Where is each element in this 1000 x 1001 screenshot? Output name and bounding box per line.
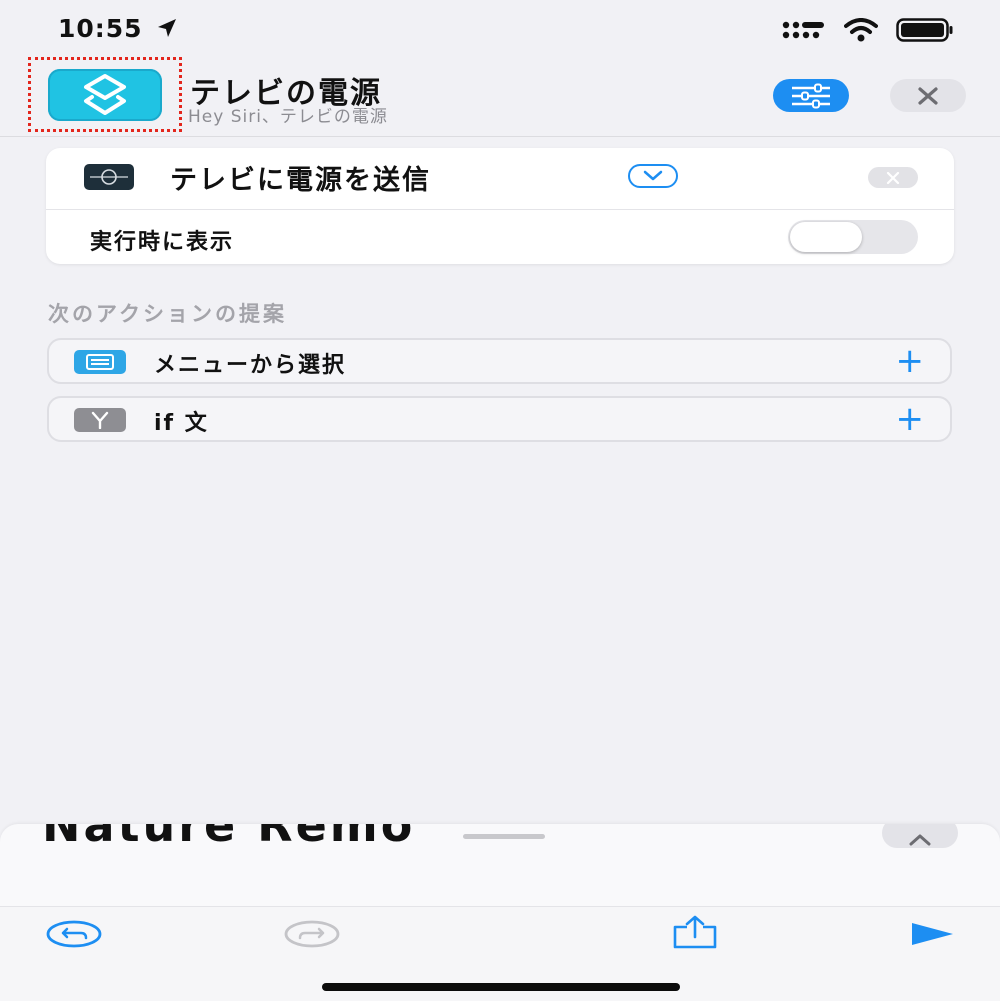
remove-action-button[interactable] [868, 167, 918, 188]
toggle-knob [790, 222, 862, 252]
action-title: テレビに電源を送信 [170, 165, 431, 196]
suggestion-label: if 文 [154, 411, 209, 436]
home-indicator [322, 983, 680, 991]
share-button[interactable] [668, 914, 722, 950]
suggestion-label: メニューから選択 [154, 353, 347, 378]
chevron-up-icon [909, 834, 931, 846]
battery-icon [896, 18, 953, 42]
run-button[interactable] [908, 920, 956, 948]
header-divider [0, 136, 1000, 137]
location-arrow-icon [158, 19, 177, 37]
share-icon [673, 915, 717, 949]
status-icons [782, 18, 954, 42]
action-card: テレビに電源を送信 実行時に表示 [46, 148, 954, 264]
add-icon[interactable]: + [896, 400, 925, 438]
menu-icon [74, 350, 126, 374]
redo-icon [284, 920, 340, 948]
app-icon-button[interactable] [48, 69, 162, 121]
suggestions-title: 次のアクションの提案 [48, 302, 287, 326]
suggestion-item-menu[interactable]: メニューから選択 + [47, 338, 952, 384]
action-header[interactable]: テレビに電源を送信 [46, 148, 954, 208]
sheet-heading: Nature Remo [42, 824, 416, 852]
show-when-run-toggle[interactable] [788, 220, 918, 254]
shortcuts-icon [84, 74, 126, 115]
sheet-grabber[interactable] [463, 834, 545, 839]
run-icon [912, 923, 953, 945]
sheet-collapse-button[interactable] [882, 824, 958, 848]
wifi-icon [844, 18, 878, 42]
redo-button [282, 918, 342, 950]
close-button[interactable] [890, 79, 966, 112]
status-time: 10:55 [58, 14, 178, 43]
cellular-signal-icon [782, 21, 824, 39]
show-when-run-label: 実行時に表示 [90, 230, 235, 255]
settings-button[interactable] [773, 79, 849, 112]
close-icon [886, 171, 900, 184]
siri-phrase: Hey Siri、テレビの電源 [188, 107, 388, 127]
undo-icon [46, 920, 102, 948]
close-icon [918, 86, 938, 105]
add-icon[interactable]: + [896, 342, 925, 380]
if-branch-icon [74, 408, 126, 432]
action-library-sheet[interactable]: Nature Remo [0, 824, 1000, 906]
chevron-down-icon [643, 170, 663, 181]
nature-remo-icon [84, 164, 134, 190]
suggestion-item-if[interactable]: if 文 + [47, 396, 952, 442]
expand-action-button[interactable] [628, 164, 678, 188]
card-divider [46, 209, 954, 210]
undo-button[interactable] [44, 918, 104, 950]
settings-sliders-icon [792, 83, 830, 108]
